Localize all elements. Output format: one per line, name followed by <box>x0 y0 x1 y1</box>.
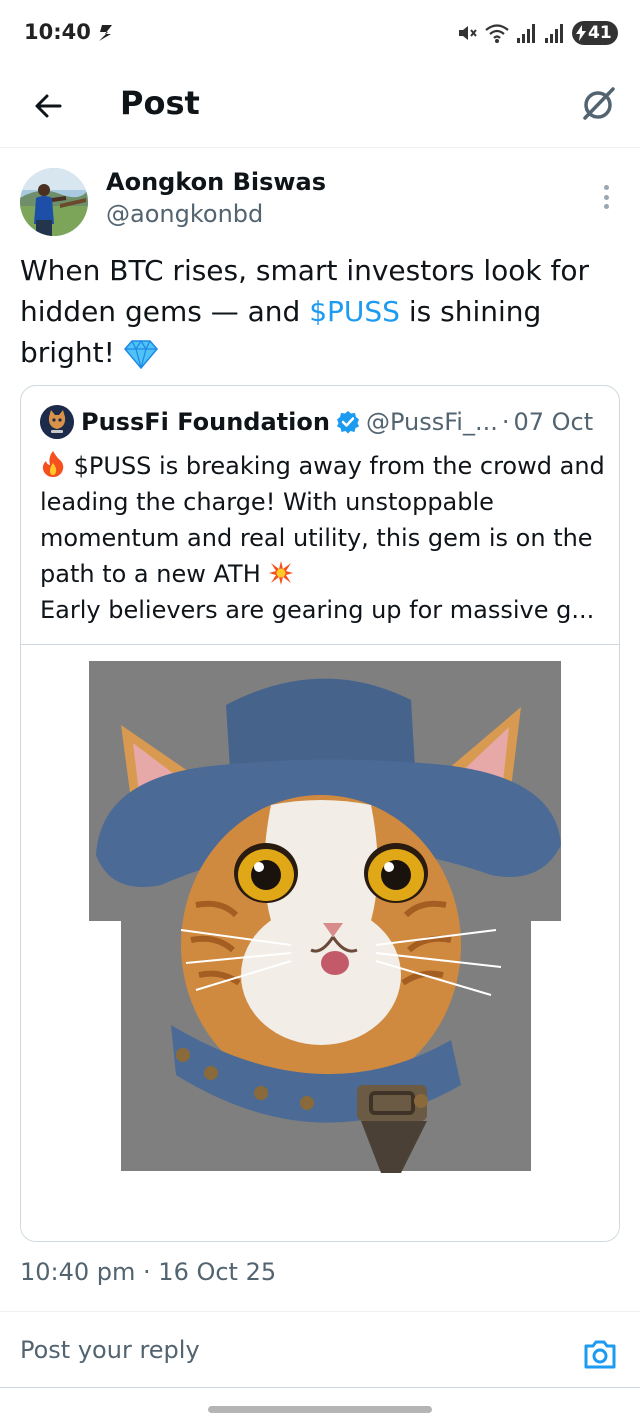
battery-level: 41 <box>588 23 612 43</box>
quote-media-image[interactable] <box>21 644 619 1241</box>
author-name[interactable]: Aongkon Biswas <box>106 168 326 196</box>
pussfi-logo-icon <box>40 405 74 439</box>
quote-date: 07 Oct <box>513 408 594 436</box>
quote-header: PussFi Foundation @PussFi_... · 07 Oct <box>81 404 603 440</box>
page-title: Post <box>120 84 200 122</box>
quote-author-avatar[interactable] <box>40 405 74 439</box>
status-icons: 41 <box>456 20 618 46</box>
dot <box>603 204 609 209</box>
status-bar: 10:40 41 <box>0 0 640 66</box>
reply-input[interactable] <box>20 1330 540 1370</box>
dot <box>603 194 609 200</box>
battery-indicator: 41 <box>572 21 618 45</box>
camera-button[interactable] <box>582 1336 618 1372</box>
quoted-post-card[interactable]: PussFi Foundation @PussFi_... · 07 Oct $… <box>20 385 620 1242</box>
grok-icon <box>583 87 615 120</box>
quote-text-line-2: Early believers are gearing up for massi… <box>40 596 595 624</box>
quote-author-handle[interactable]: @PussFi_... <box>366 408 498 436</box>
mute-icon <box>459 26 477 40</box>
quote-author-name[interactable]: PussFi Foundation <box>81 408 330 436</box>
fire-emoji-icon <box>42 451 64 477</box>
post-text: When BTC rises, smart investors look for… <box>20 250 620 373</box>
status-time: 10:40 <box>24 20 91 44</box>
home-indicator[interactable] <box>208 1406 432 1413</box>
arrow-left-icon <box>35 94 62 118</box>
quote-text-line-1: $PUSS is breaking away from the crowd an… <box>40 452 605 588</box>
charging-bolt-icon <box>576 25 586 41</box>
quote-text: $PUSS is breaking away from the crowd an… <box>40 448 610 628</box>
author-handle[interactable]: @aongkonbd <box>106 200 263 228</box>
reply-bar <box>0 1312 640 1388</box>
gem-emoji-icon <box>123 339 158 369</box>
top-app-bar: Post <box>0 66 640 148</box>
back-button[interactable] <box>28 86 68 126</box>
lightning-s-icon <box>99 25 112 41</box>
quote-separator: · <box>501 408 510 436</box>
more-options-button[interactable] <box>594 182 618 212</box>
cat-in-hat-image <box>89 661 561 1173</box>
wifi-icon <box>485 24 509 43</box>
author-avatar[interactable] <box>20 168 88 236</box>
avatar-photo <box>20 168 88 236</box>
signal-icon-1 <box>517 24 535 43</box>
verified-badge-icon <box>336 411 359 434</box>
post-timestamp: 10:40 pm · 16 Oct 25 <box>20 1258 277 1286</box>
signal-icon-2 <box>545 24 563 43</box>
collision-emoji-icon <box>269 561 294 585</box>
camera-icon <box>584 1340 616 1369</box>
dot <box>603 185 609 190</box>
grok-button[interactable] <box>576 82 620 126</box>
cashtag-link[interactable]: $PUSS <box>309 295 400 328</box>
